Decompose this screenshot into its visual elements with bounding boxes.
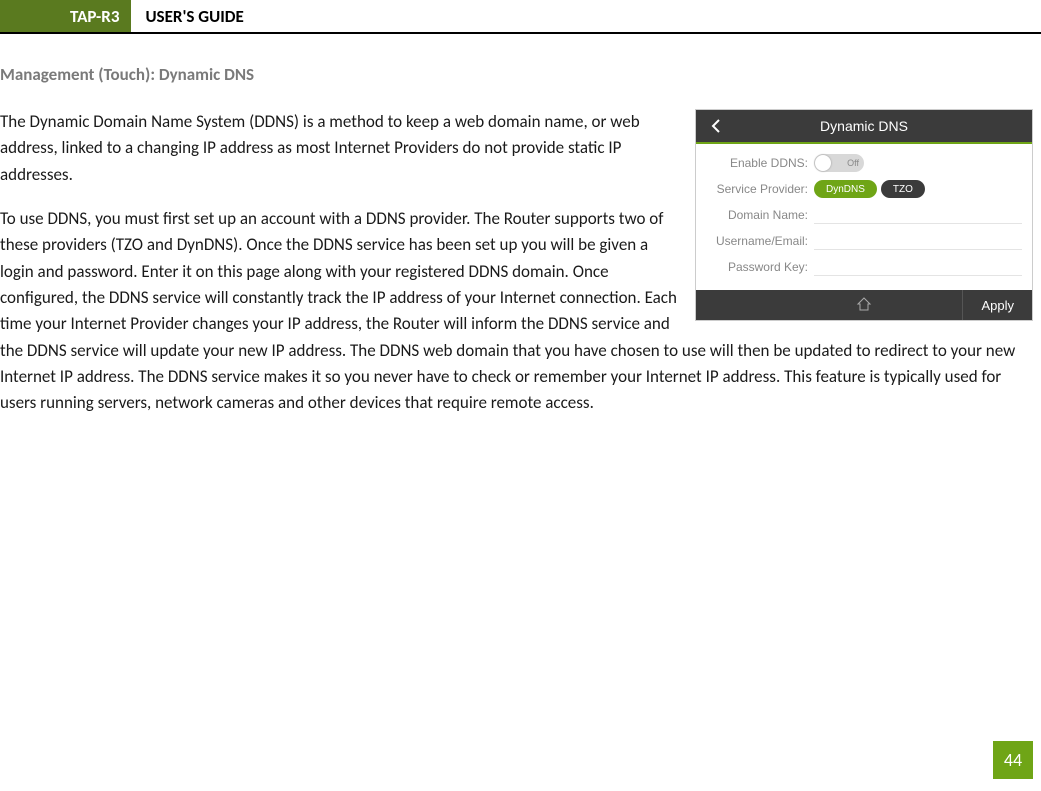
option-tzo[interactable]: TZO bbox=[881, 180, 925, 198]
label-enable-ddns: Enable DDNS: bbox=[706, 156, 814, 170]
label-password: Password Key: bbox=[706, 260, 814, 274]
page-content: Management (Touch): Dynamic DNS Dynamic … bbox=[0, 34, 1041, 417]
label-service-provider: Service Provider: bbox=[706, 182, 814, 196]
screenshot-form: Enable DDNS: Off Service Provider: DynDN… bbox=[696, 144, 1032, 290]
row-service-provider: Service Provider: DynDNS TZO bbox=[706, 176, 1022, 202]
back-button[interactable] bbox=[696, 110, 736, 142]
row-enable-ddns: Enable DDNS: Off bbox=[706, 150, 1022, 176]
page-number: 44 bbox=[993, 741, 1033, 779]
input-username[interactable] bbox=[814, 232, 1022, 250]
toggle-enable-ddns[interactable]: Off bbox=[814, 154, 864, 172]
product-badge: TAP-R3 bbox=[0, 0, 131, 32]
row-domain-name: Domain Name: bbox=[706, 202, 1022, 228]
page-header: TAP-R3 USER'S GUIDE bbox=[0, 0, 1041, 34]
section-heading: Management (Touch): Dynamic DNS bbox=[0, 64, 1041, 85]
ddns-screenshot: Dynamic DNS Enable DDNS: Off Service Pro… bbox=[695, 109, 1033, 321]
screenshot-footer: Apply bbox=[696, 290, 1032, 320]
row-password: Password Key: bbox=[706, 254, 1022, 280]
row-username: Username/Email: bbox=[706, 228, 1022, 254]
chevron-left-icon bbox=[711, 118, 721, 134]
guide-title: USER'S GUIDE bbox=[131, 0, 257, 32]
input-domain-name[interactable] bbox=[814, 206, 1022, 224]
home-icon[interactable] bbox=[856, 297, 872, 314]
input-password[interactable] bbox=[814, 258, 1022, 276]
provider-options: DynDNS TZO bbox=[814, 180, 925, 198]
option-dyndns[interactable]: DynDNS bbox=[814, 180, 877, 198]
label-username: Username/Email: bbox=[706, 234, 814, 248]
label-domain-name: Domain Name: bbox=[706, 208, 814, 222]
apply-button[interactable]: Apply bbox=[962, 290, 1032, 320]
screenshot-title: Dynamic DNS bbox=[736, 118, 1032, 134]
screenshot-header: Dynamic DNS bbox=[696, 110, 1032, 144]
